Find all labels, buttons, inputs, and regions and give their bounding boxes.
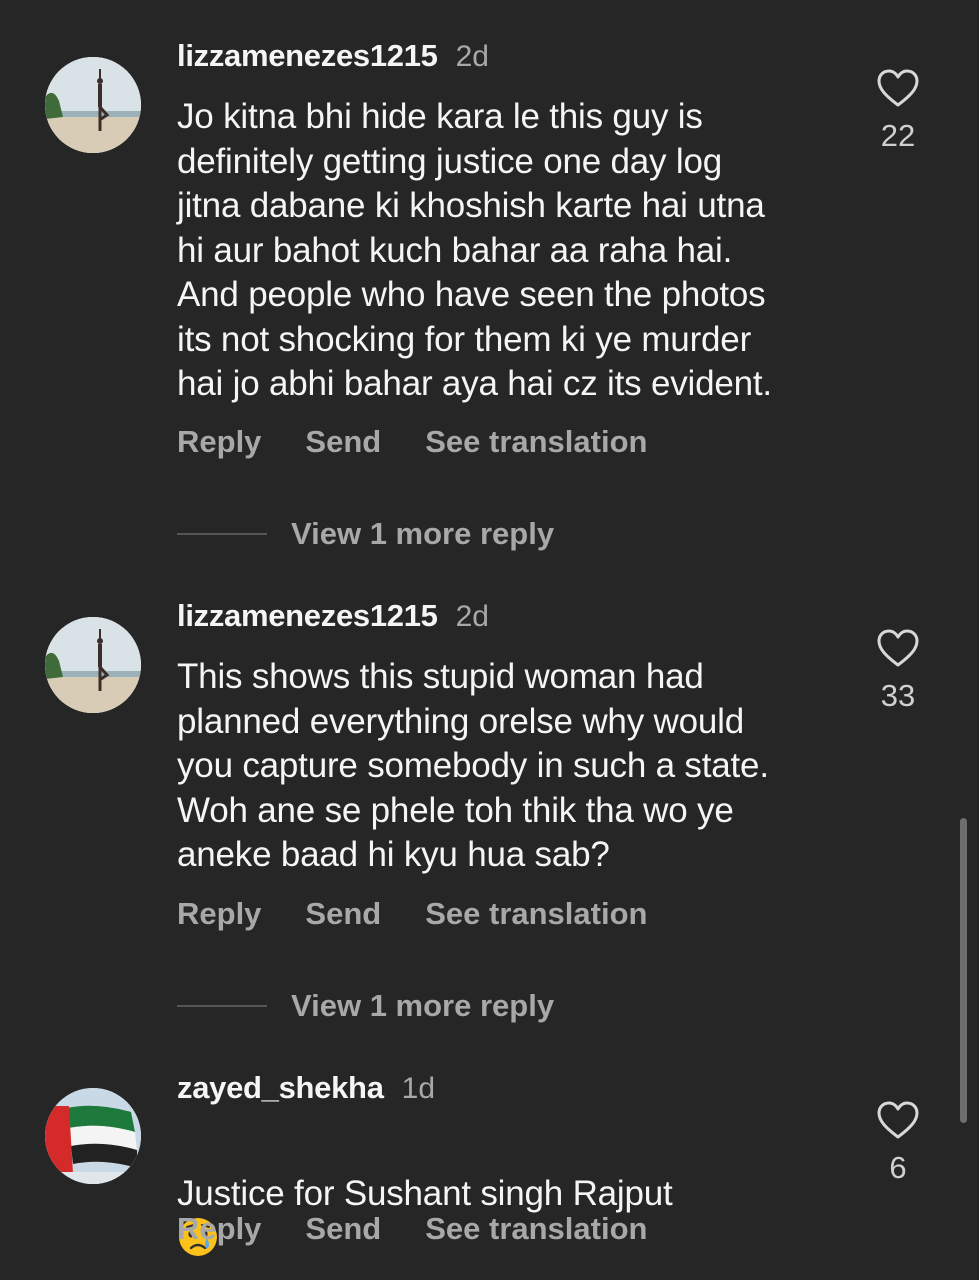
comment-meta: lizzamenezes1215 2d [177,38,489,78]
view-more-replies-label[interactable]: View 1 more reply [291,988,554,1024]
like-control: 33 [872,628,924,714]
comment-meta: lizzamenezes1215 2d [177,598,489,638]
heart-outline-icon[interactable] [876,68,920,108]
send-button[interactable]: Send [305,424,381,460]
view-more-replies[interactable]: View 1 more reply [177,988,554,1024]
timestamp: 2d [455,600,489,633]
comment-actions: Reply Send See translation [177,1211,647,1247]
heart-outline-icon[interactable] [876,1100,920,1140]
divider-line [177,533,267,535]
scrollbar[interactable] [960,818,967,1123]
like-count: 22 [880,118,916,153]
timestamp: 1d [401,1072,436,1105]
comment-meta: zayed_shekha 1d [177,1070,435,1110]
see-translation-button[interactable]: See translation [425,896,647,932]
see-translation-button[interactable]: See translation [425,424,647,460]
avatar-uae-flag[interactable] [45,1088,141,1184]
username[interactable]: lizzamenezes1215 [177,38,438,74]
reply-button[interactable]: Reply [177,424,261,460]
heart-outline-icon[interactable] [876,628,920,668]
timestamp: 2d [455,40,489,73]
like-control: 22 [872,68,924,154]
send-button[interactable]: Send [305,1211,381,1247]
like-count: 6 [889,1150,907,1185]
comment-text: Justice for Sushant singh Rajput [177,1173,673,1213]
comments-page: lizzamenezes1215 2d Jo kitna bhi hide ka… [0,0,979,1280]
send-button[interactable]: Send [305,896,381,932]
avatar-yoga-beach[interactable] [45,57,141,153]
reply-button[interactable]: Reply [177,896,261,932]
like-control: 6 [872,1100,924,1186]
view-more-replies[interactable]: View 1 more reply [177,516,554,552]
comment-text: This shows this stupid woman had planned… [177,657,769,874]
divider-line [177,1005,267,1007]
reply-button[interactable]: Reply [177,1211,261,1247]
username[interactable]: zayed_shekha [177,1070,384,1106]
comment-actions: Reply Send See translation [177,424,647,460]
username[interactable]: lizzamenezes1215 [177,598,438,634]
like-count: 33 [880,678,916,713]
avatar-yoga-beach[interactable] [45,617,141,713]
comment-actions: Reply Send See translation [177,896,647,932]
see-translation-button[interactable]: See translation [425,1211,647,1247]
comment-text: Jo kitna bhi hide kara le this guy is de… [177,97,772,403]
view-more-replies-label[interactable]: View 1 more reply [291,516,554,552]
